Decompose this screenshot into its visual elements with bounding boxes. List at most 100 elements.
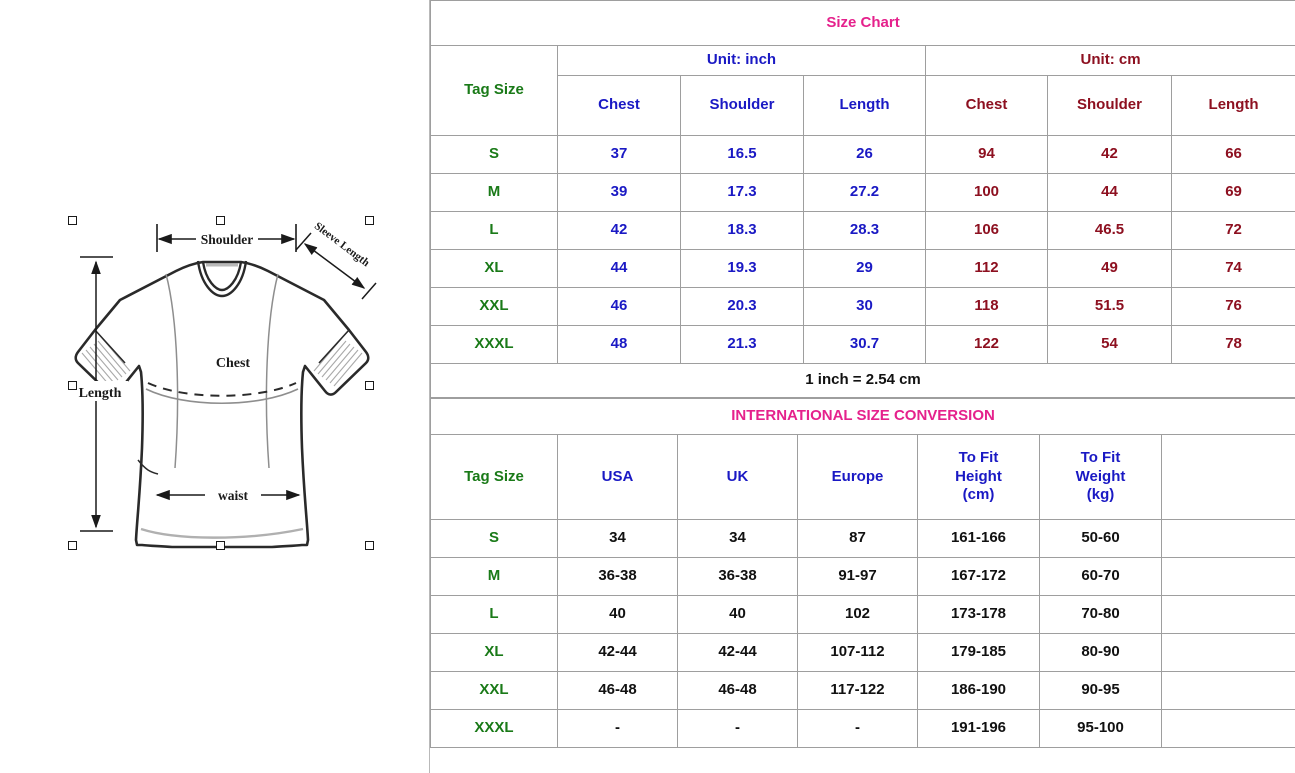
- cell-fit-height: 173-178: [917, 595, 1040, 634]
- cell-length-inch: 28.3: [803, 211, 926, 250]
- table-row: L 42 18.3 28.3 106 46.5 72: [430, 211, 1295, 250]
- size-tag: XXL: [430, 287, 558, 326]
- cell-shoulder-inch: 18.3: [680, 211, 804, 250]
- conversion-note: 1 inch = 2.54 cm: [429, 363, 1295, 398]
- cell-europe: 117-122: [797, 671, 918, 710]
- table-row: XXL 46-48 46-48 117-122 186-190 90-95: [430, 671, 1295, 710]
- cell-length-cm: 76: [1170, 287, 1295, 326]
- cell-length-cm: 78: [1170, 325, 1295, 364]
- cell-shoulder-cm: 54: [1047, 325, 1172, 364]
- header-chest-inch: Chest: [557, 75, 681, 136]
- cell-fit-weight: 90-95: [1039, 671, 1162, 710]
- size-tag: XXL: [430, 671, 558, 710]
- table-row: XXXL 48 21.3 30.7 122 54 78: [430, 325, 1295, 364]
- cell-shoulder-cm: 44: [1047, 173, 1172, 212]
- cell-chest-inch: 39: [557, 173, 681, 212]
- cell-length-cm: 69: [1170, 173, 1295, 212]
- title-cell: Size Chart: [429, 0, 1295, 46]
- intl-header-uk: UK: [677, 434, 798, 520]
- cell-usa: 42-44: [557, 633, 678, 672]
- cell-fit-height: 186-190: [917, 671, 1040, 710]
- cell-usa: 46-48: [557, 671, 678, 710]
- measure-header-row: Chest Shoulder Length Chest Shoulder Len…: [431, 75, 1295, 136]
- size-tag: S: [430, 519, 558, 558]
- size-tag: M: [430, 557, 558, 596]
- cell-chest-inch: 46: [557, 287, 681, 326]
- cell-length-inch: 30: [803, 287, 926, 326]
- cell-usa: 34: [557, 519, 678, 558]
- table-row: XL 44 19.3 29 112 49 74: [430, 249, 1295, 288]
- international-header-row: Tag Size USA UK Europe To Fit Height (cm…: [430, 434, 1295, 520]
- cell-usa: 40: [557, 595, 678, 634]
- height-header-line3: (cm): [962, 486, 995, 504]
- header-length-cm: Length: [1170, 75, 1295, 136]
- height-header-line1: To Fit: [958, 448, 999, 466]
- cell-europe: -: [797, 709, 918, 748]
- cell-length-cm: 66: [1170, 135, 1295, 174]
- cell-shoulder-cm: 49: [1047, 249, 1172, 288]
- table-row: L 40 40 102 173-178 70-80: [430, 595, 1295, 634]
- table-row: XXL 46 20.3 30 118 51.5 76: [430, 287, 1295, 326]
- unit-cm-header: Unit: cm: [924, 45, 1295, 76]
- table-row: XL 42-44 42-44 107-112 179-185 80-90: [430, 633, 1295, 672]
- size-tag: XL: [430, 633, 558, 672]
- table-row: M 36-38 36-38 91-97 167-172 60-70: [430, 557, 1295, 596]
- cell-fit-height: 161-166: [917, 519, 1040, 558]
- size-tag: XXXL: [430, 325, 558, 364]
- cell-length-inch: 29: [803, 249, 926, 288]
- cell-spacer: [1160, 633, 1295, 672]
- selection-handle-bottom-right[interactable]: [365, 541, 374, 550]
- diagram-label-shoulder: Shoulder: [201, 232, 254, 247]
- diagram-label-length: Length: [79, 386, 122, 401]
- cell-spacer: [1160, 557, 1295, 596]
- cell-shoulder-inch: 21.3: [680, 325, 804, 364]
- intl-header-usa: USA: [557, 434, 678, 520]
- header-shoulder-cm: Shoulder: [1047, 75, 1172, 136]
- size-tag: S: [430, 135, 558, 174]
- page-title: Size Chart: [826, 13, 900, 31]
- diagram-label-chest: Chest: [216, 356, 251, 371]
- selection-handle-top-center[interactable]: [216, 216, 225, 225]
- selection-handle-bottom-center[interactable]: [216, 541, 225, 550]
- selection-handle-middle-left[interactable]: [68, 381, 77, 390]
- international-size-table: INTERNATIONAL SIZE CONVERSION Tag Size U…: [429, 398, 1295, 748]
- cell-fit-weight: 50-60: [1039, 519, 1162, 558]
- intl-tag-size-header: Tag Size: [430, 434, 558, 520]
- table-row: S 34 34 87 161-166 50-60: [430, 519, 1295, 558]
- conversion-note-row: 1 inch = 2.54 cm: [429, 363, 1295, 398]
- table-row: XXXL - - - 191-196 95-100: [430, 709, 1295, 748]
- selection-handle-middle-right[interactable]: [365, 381, 374, 390]
- cell-shoulder-cm: 46.5: [1047, 211, 1172, 250]
- diagram-label-sleeve-length: Sleeve Length: [312, 220, 372, 269]
- cell-length-inch: 26: [803, 135, 926, 174]
- cell-chest-cm: 112: [925, 249, 1048, 288]
- selection-handle-bottom-left[interactable]: [68, 541, 77, 550]
- size-chart-title-row: Size Chart: [429, 0, 1295, 46]
- selection-handle-top-right[interactable]: [365, 216, 374, 225]
- weight-header-line2: Weight: [1075, 467, 1126, 485]
- selection-handle-top-left[interactable]: [68, 216, 77, 225]
- cell-usa: 36-38: [557, 557, 678, 596]
- cell-uk: 42-44: [677, 633, 798, 672]
- cell-chest-inch: 37: [557, 135, 681, 174]
- cell-chest-inch: 48: [557, 325, 681, 364]
- cell-fit-weight: 80-90: [1039, 633, 1162, 672]
- header-shoulder-inch: Shoulder: [680, 75, 804, 136]
- international-banner-row: INTERNATIONAL SIZE CONVERSION: [429, 398, 1295, 435]
- cell-spacer: [1160, 671, 1295, 710]
- cell-chest-cm: 94: [925, 135, 1048, 174]
- cell-europe: 102: [797, 595, 918, 634]
- diagram-panel: Shoulder Sleeve Length Chest Length wais…: [0, 0, 430, 773]
- cell-europe: 107-112: [797, 633, 918, 672]
- cell-spacer: [1160, 595, 1295, 634]
- intl-header-weight: To Fit Weight (kg): [1039, 434, 1162, 520]
- cell-spacer: [1160, 709, 1295, 748]
- cell-shoulder-cm: 51.5: [1047, 287, 1172, 326]
- tag-size-header: Tag Size: [430, 45, 558, 136]
- cell-spacer: [1160, 519, 1295, 558]
- cell-length-inch: 27.2: [803, 173, 926, 212]
- size-tag: XXXL: [430, 709, 558, 748]
- cell-uk: 46-48: [677, 671, 798, 710]
- cell-usa: -: [557, 709, 678, 748]
- cell-shoulder-inch: 16.5: [680, 135, 804, 174]
